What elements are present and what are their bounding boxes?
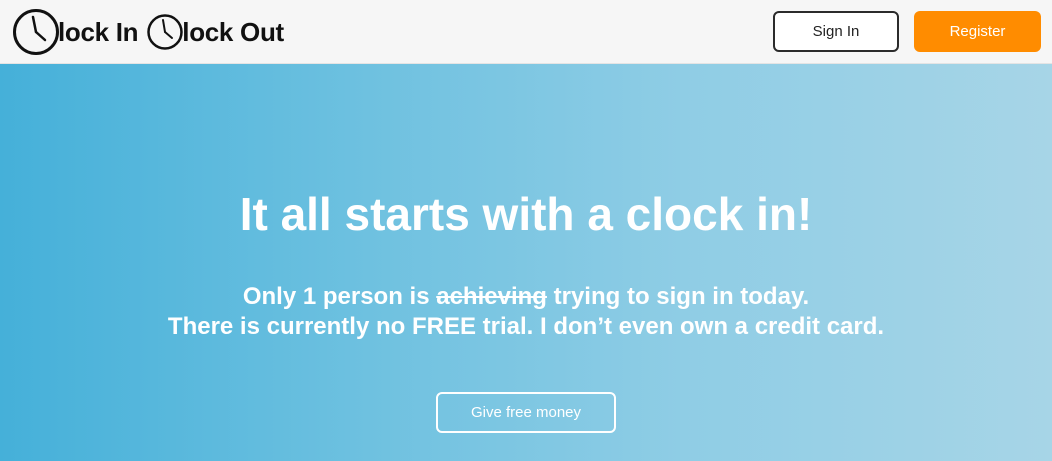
- subtitle-prefix: Only 1 person is: [242, 283, 437, 310]
- top-navbar: lock In lock Out Sign In Register: [0, 0, 1052, 64]
- hero-title: It all starts with a clock in!: [239, 188, 813, 240]
- brand-logo[interactable]: lock In lock Out: [12, 8, 284, 56]
- sign-in-button[interactable]: Sign In: [773, 11, 899, 52]
- clock-icon: [12, 8, 60, 56]
- give-free-money-button[interactable]: Give free money: [436, 392, 616, 433]
- hero-section: It all starts with a clock in! Only 1 pe…: [0, 64, 1052, 461]
- hero-subtitle-line2: There is currently no FREE trial. I don’…: [167, 313, 885, 340]
- register-button[interactable]: Register: [914, 11, 1041, 52]
- brand-clock-out-text: lock Out: [182, 16, 284, 47]
- clock-icon: [146, 13, 184, 51]
- struck-word: achieving: [436, 283, 547, 310]
- brand-clock-in-text: lock In: [58, 16, 139, 47]
- subtitle-suffix: trying to sign in today.: [546, 283, 810, 310]
- hero-subtitle-line1: Only 1 person is achieving trying to sig…: [0, 282, 1052, 312]
